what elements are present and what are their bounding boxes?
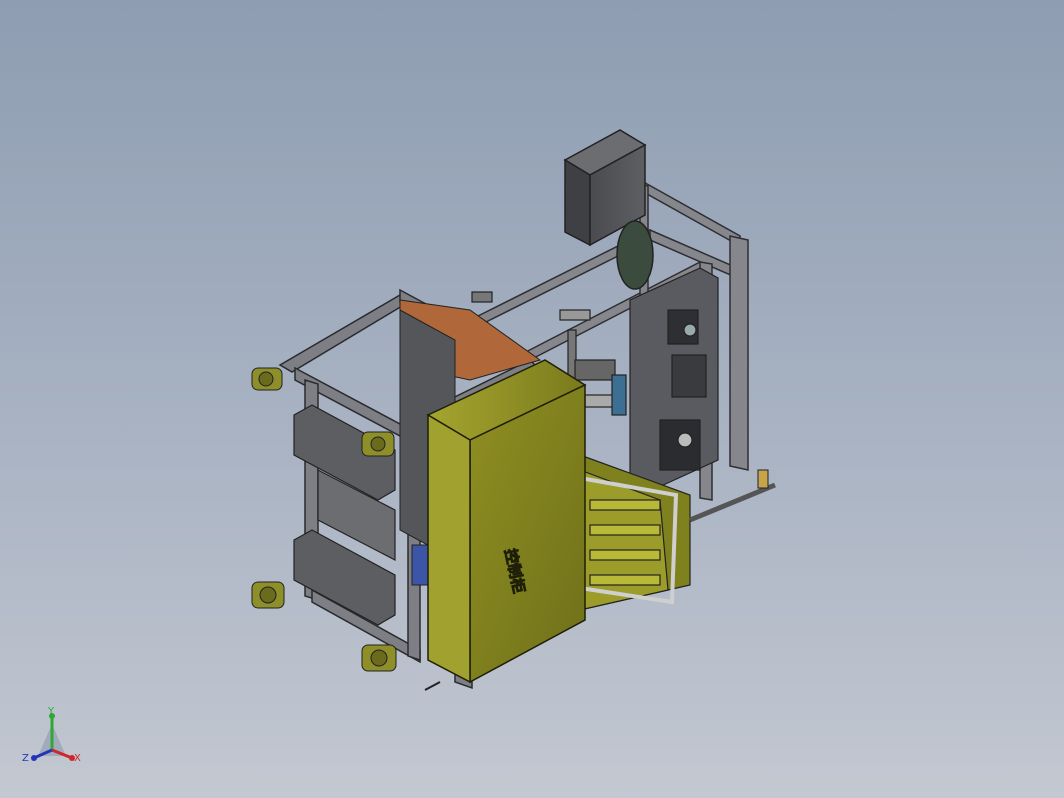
assembly-model[interactable]: 控制柜 <box>0 0 1064 798</box>
orientation-triad: Y X Z <box>22 706 81 764</box>
x-axis-label: X <box>74 753 81 764</box>
component-panel <box>629 267 719 493</box>
caster-front-bottom <box>361 644 397 672</box>
bottom-pin <box>424 681 441 691</box>
caster-rear-left <box>251 581 285 609</box>
control-cabinet: 控制柜 <box>426 359 587 684</box>
z-axis-label: Z <box>22 753 29 764</box>
caster-front-left <box>251 367 283 391</box>
cad-viewport[interactable]: 控制柜 Y X Z <box>0 0 1064 798</box>
y-axis-label: Y <box>47 706 55 717</box>
caster-mid-top <box>361 431 395 457</box>
